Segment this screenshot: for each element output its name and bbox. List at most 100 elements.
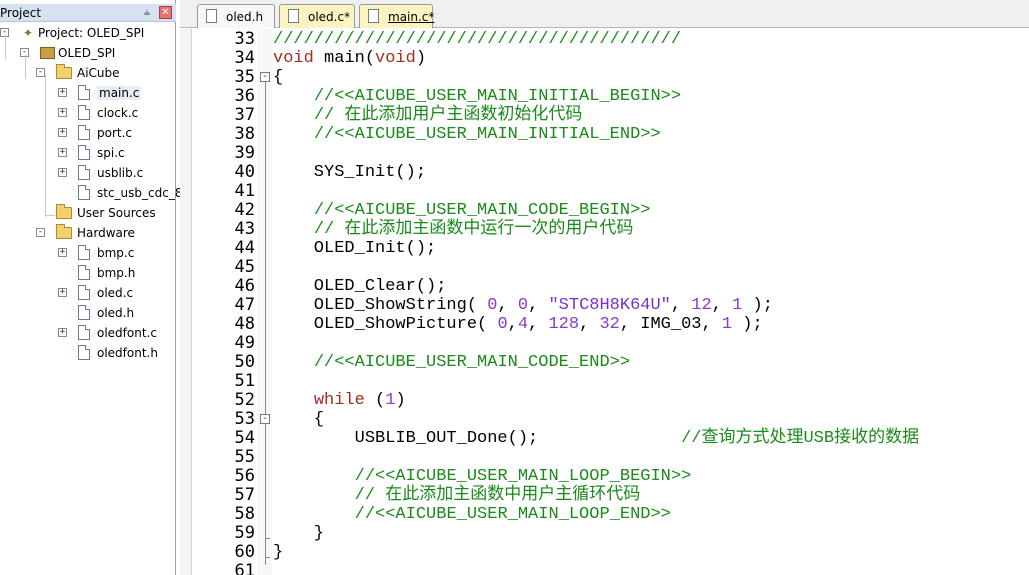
code-line[interactable]: OLED_ShowPicture( 0,4, 128, 32, IMG_03, …: [273, 315, 763, 334]
file-icon: [78, 345, 90, 360]
tree-file-main-c[interactable]: + main.c: [0, 84, 176, 102]
tree-group-user-sources[interactable]: User Sources: [0, 204, 176, 222]
tree-item-label: Project: OLED_SPI: [38, 26, 145, 40]
tree-file-oledfont-h[interactable]: oledfont.h: [0, 344, 176, 362]
line-number: 33: [234, 29, 255, 49]
file-icon: [78, 285, 90, 300]
expand-toggle-icon[interactable]: +: [58, 328, 67, 337]
expand-toggle-icon[interactable]: +: [58, 88, 67, 97]
code-line[interactable]: OLED_ShowString( 0, 0, "STC8H8K64U", 12,…: [273, 296, 773, 315]
tree-file-spi-c[interactable]: + spi.c: [0, 144, 176, 162]
fold-collapse-icon[interactable]: -: [260, 72, 270, 82]
tree-group-aicube[interactable]: - AiCube: [0, 64, 176, 82]
tree-file-stc-usb-cdc-8l[interactable]: stc_usb_cdc_8l: [0, 184, 186, 202]
tree-file-bmp-h[interactable]: bmp.h: [0, 264, 176, 282]
tree-group-hardware[interactable]: - Hardware: [0, 224, 176, 242]
project-panel-title: Project: [0, 6, 42, 20]
tab-main-c[interactable]: main.c*: [359, 4, 435, 28]
tree-item-label: oledfont.h: [97, 346, 158, 360]
tree-file-oledfont-c[interactable]: + oledfont.c: [0, 324, 176, 342]
tab-label: main.c*: [388, 10, 435, 24]
code-line[interactable]: ////////////////////////////////////////: [273, 30, 681, 49]
tree-connector: [5, 35, 6, 59]
tree-item-label: oled.h: [97, 306, 135, 320]
folder-icon: [56, 64, 72, 79]
tree-file-bmp-c[interactable]: + bmp.c: [0, 244, 176, 262]
bookmark-margin[interactable]: [180, 29, 192, 575]
file-icon: [78, 305, 90, 320]
code-line[interactable]: // 在此添加用户主函数初始化代码: [273, 106, 583, 125]
line-number: 55: [234, 447, 255, 467]
tab-oled-c[interactable]: oled.c*: [279, 4, 355, 28]
line-number: 52: [234, 390, 255, 410]
line-number: 41: [234, 181, 255, 201]
tree-file-port-c[interactable]: + port.c: [0, 124, 176, 142]
expand-toggle-icon[interactable]: +: [58, 168, 67, 177]
code-line[interactable]: USBLIB_OUT_Done(); //查询方式处理USB接收的数据: [273, 429, 919, 448]
expand-toggle-icon[interactable]: +: [58, 128, 67, 137]
line-number: 38: [234, 124, 255, 144]
folder-icon: [56, 204, 72, 219]
code-line[interactable]: //<<AICUBE_USER_MAIN_LOOP_END>>: [273, 505, 671, 524]
code-line[interactable]: void main(void): [273, 49, 426, 68]
collapse-toggle-icon[interactable]: -: [36, 68, 45, 77]
tab-oled-h[interactable]: oled.h: [197, 4, 275, 28]
file-icon: [78, 165, 90, 180]
code-line[interactable]: //<<AICUBE_USER_MAIN_CODE_BEGIN>>: [273, 201, 651, 220]
code-line[interactable]: // 在此添加主函数中用户主循环代码: [273, 486, 641, 505]
tree-item-label: main.c: [97, 86, 142, 100]
tree-item-label: bmp.h: [97, 266, 136, 280]
code-line[interactable]: //<<AICUBE_USER_MAIN_INITIAL_END>>: [273, 125, 661, 144]
expand-toggle-icon[interactable]: +: [58, 108, 67, 117]
tree-item-target[interactable]: - OLED_SPI: [0, 44, 176, 62]
file-icon: [368, 9, 379, 23]
line-number: 45: [234, 257, 255, 277]
tree-item-label: usblib.c: [97, 166, 144, 180]
code-line[interactable]: //<<AICUBE_USER_MAIN_INITIAL_BEGIN>>: [273, 87, 681, 106]
line-number: 51: [234, 371, 255, 391]
line-number: 42: [234, 200, 255, 220]
tree-file-oled-c[interactable]: + oled.c: [0, 284, 176, 302]
expand-toggle-icon[interactable]: +: [58, 148, 67, 157]
tree-item-label: User Sources: [77, 206, 156, 220]
code-area[interactable]: 33 //////////////////////////////////////…: [180, 29, 1029, 575]
close-icon[interactable]: ✕: [159, 6, 172, 19]
code-line[interactable]: SYS_Init();: [273, 163, 426, 182]
tree-item-label: bmp.c: [97, 246, 135, 260]
collapse-toggle-icon[interactable]: -: [36, 228, 45, 237]
fold-collapse-icon[interactable]: -: [260, 414, 270, 424]
file-icon: [78, 265, 90, 280]
tree-file-clock-c[interactable]: + clock.c: [0, 104, 176, 122]
code-line[interactable]: OLED_Init();: [273, 239, 436, 258]
line-number: 35: [234, 67, 255, 87]
code-line[interactable]: {: [273, 68, 283, 87]
file-icon: [78, 145, 90, 160]
tree-file-usblib-c[interactable]: + usblib.c: [0, 164, 176, 182]
editor-tab-bar: oled.h oled.c* main.c*: [180, 0, 1029, 28]
tree-item-project[interactable]: - ✦ Project: OLED_SPI: [0, 24, 176, 42]
code-line[interactable]: // 在此添加主函数中运行一次的用户代码: [273, 220, 634, 239]
code-line[interactable]: }: [273, 543, 283, 562]
line-number: 40: [234, 162, 255, 182]
line-number: 37: [234, 105, 255, 125]
code-line[interactable]: //<<AICUBE_USER_MAIN_LOOP_BEGIN>>: [273, 467, 692, 486]
line-number: 48: [234, 314, 255, 334]
expand-toggle-icon[interactable]: +: [58, 288, 67, 297]
code-line[interactable]: while (1): [273, 391, 406, 410]
line-number: 59: [234, 523, 255, 543]
folder-icon: [56, 224, 72, 239]
file-icon: [78, 105, 90, 120]
pin-icon[interactable]: ⫨: [140, 5, 154, 19]
tree-file-oled-h[interactable]: oled.h: [0, 304, 176, 322]
tree-item-label: clock.c: [97, 106, 139, 120]
file-icon: [78, 185, 90, 200]
code-line[interactable]: OLED_Clear();: [273, 277, 447, 296]
code-line[interactable]: }: [273, 524, 324, 543]
code-line[interactable]: {: [273, 410, 324, 429]
line-number: 46: [234, 276, 255, 296]
tree-item-label: oled.c: [97, 286, 134, 300]
target-icon: [40, 47, 55, 59]
file-icon: [78, 85, 90, 100]
code-line[interactable]: //<<AICUBE_USER_MAIN_CODE_END>>: [273, 353, 630, 372]
expand-toggle-icon[interactable]: +: [58, 248, 67, 257]
